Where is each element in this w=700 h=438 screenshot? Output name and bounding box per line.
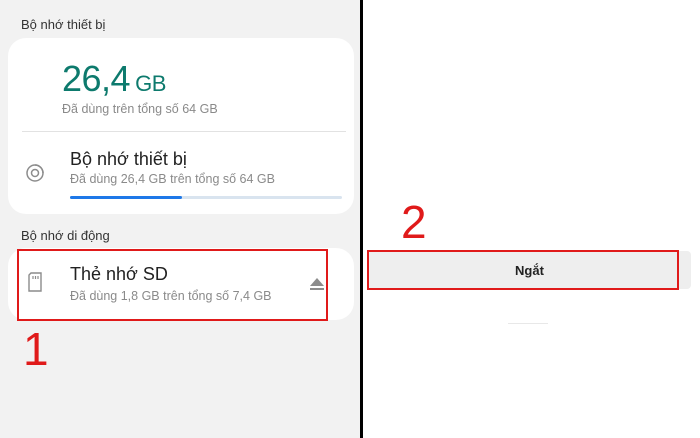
step-number-1: 1 bbox=[23, 323, 49, 375]
device-storage-title: Bộ nhớ thiết bị bbox=[70, 149, 187, 169]
device-storage-progress-fill bbox=[70, 196, 182, 199]
storage-settings-panel: Bộ nhớ thiết bị 26,4 GB Đã dùng trên tổng… bbox=[0, 0, 360, 438]
highlight-box-step-2 bbox=[367, 250, 679, 290]
card-divider bbox=[22, 131, 346, 132]
used-storage-summary: 26,4 GB bbox=[62, 58, 166, 100]
device-storage-card bbox=[8, 38, 354, 214]
device-storage-section-title: Bộ nhớ thiết bị bbox=[21, 17, 106, 32]
device-storage-subtitle: Đã dùng 26,4 GB trên tổng số 64 GB bbox=[70, 172, 275, 186]
highlight-box-step-1 bbox=[17, 249, 328, 321]
faint-divider bbox=[508, 323, 548, 324]
storage-icon bbox=[25, 163, 45, 188]
device-storage-progress bbox=[70, 196, 342, 199]
used-storage-unit: GB bbox=[135, 71, 166, 96]
portable-storage-section-title: Bộ nhớ di động bbox=[21, 228, 110, 243]
used-storage-subtitle: Đã dùng trên tổng số 64 GB bbox=[62, 102, 218, 116]
step-number-2: 2 bbox=[401, 196, 427, 248]
used-storage-value: 26,4 bbox=[62, 58, 131, 99]
